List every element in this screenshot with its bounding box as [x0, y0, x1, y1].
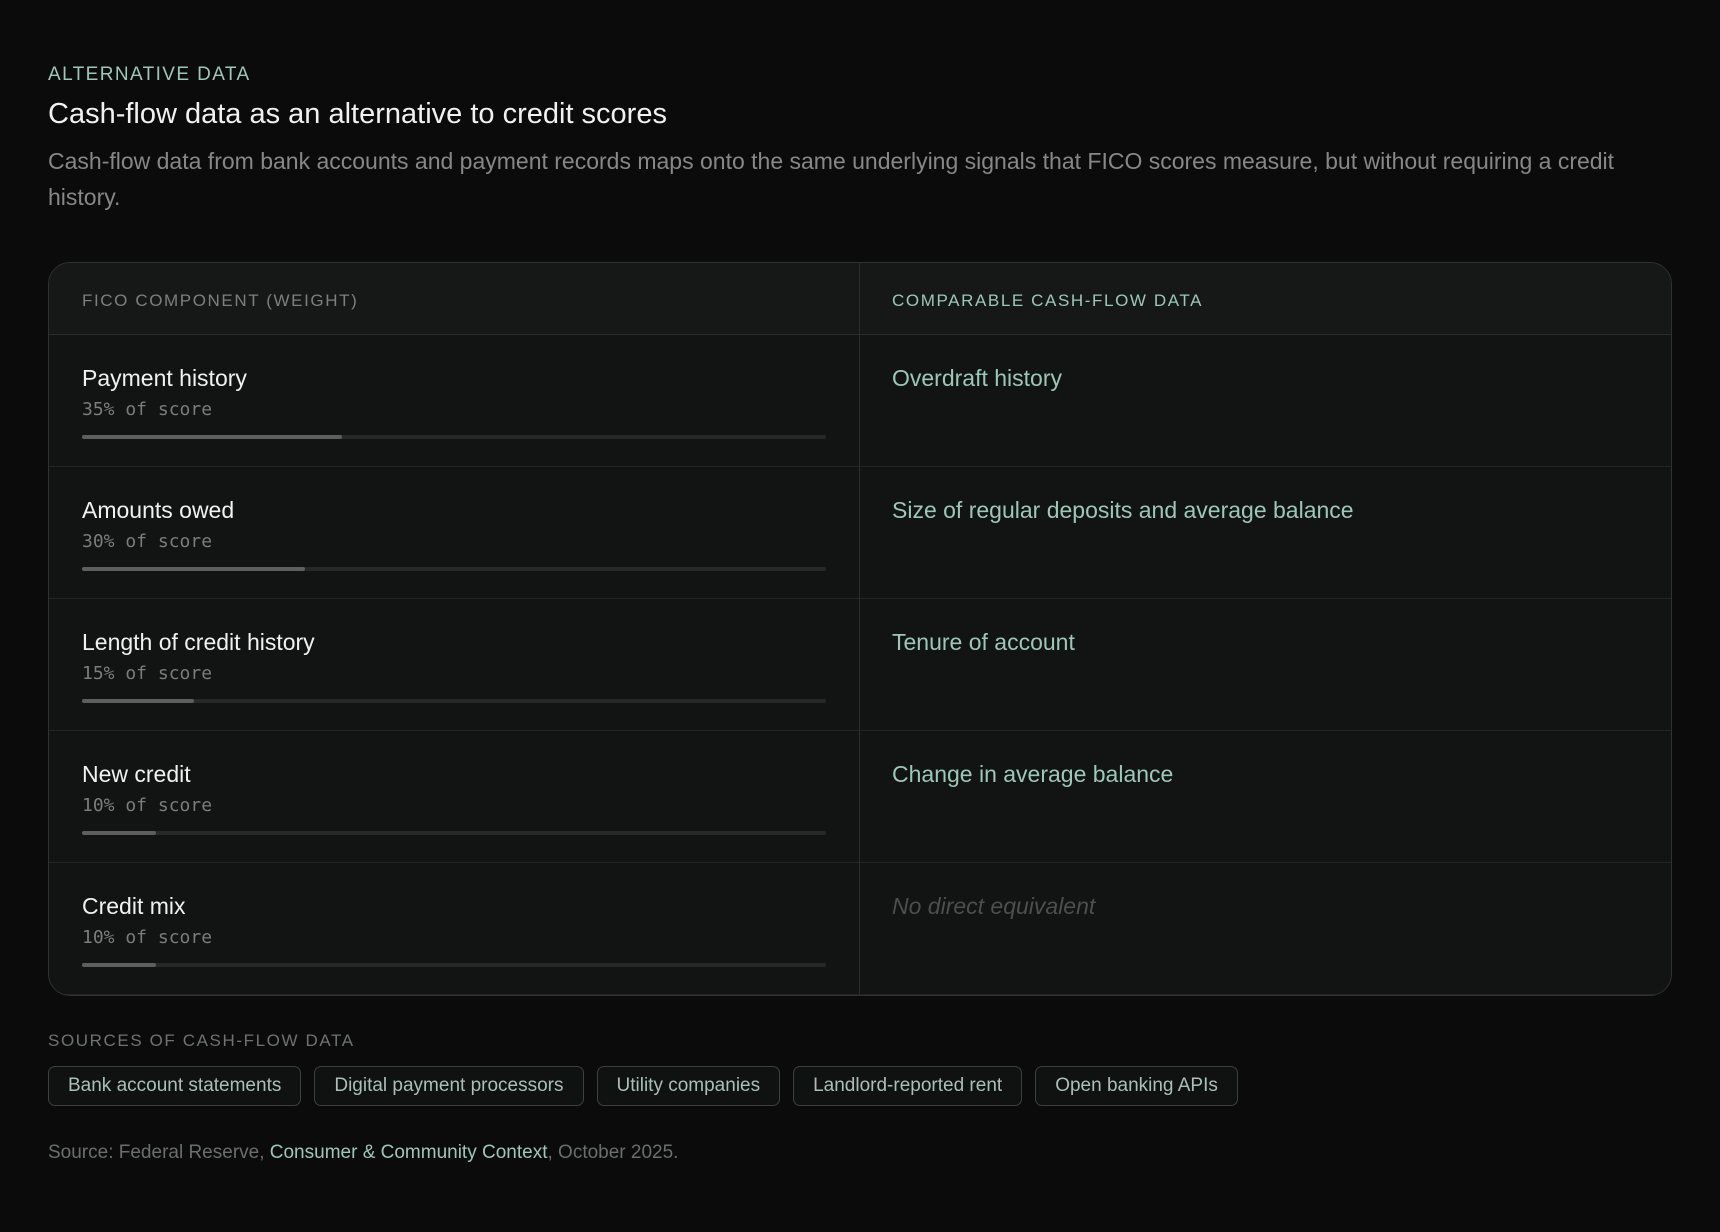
source-link[interactable]: Consumer & Community Context [270, 1142, 548, 1163]
weight-bar [82, 699, 826, 703]
component-weight: 15% of score [82, 663, 213, 684]
source-suffix: , October 2025. [547, 1142, 679, 1163]
table-row: New credit 10% of score Change in averag… [49, 731, 1671, 863]
table-row: Amounts owed 30% of score Size of regula… [49, 467, 1671, 599]
page-subtitle: Cash-flow data from bank accounts and pa… [48, 148, 1615, 210]
header-fico-component: FICO COMPONENT (WEIGHT) [82, 291, 359, 310]
component-weight: 10% of score [82, 927, 213, 948]
weight-bar [82, 963, 826, 967]
component-weight: 10% of score [82, 795, 213, 816]
weight-bar-fill [82, 963, 157, 967]
weight-bar-fill [82, 435, 343, 439]
column-divider [859, 263, 860, 995]
table-row: Length of credit history 15% of score Te… [49, 599, 1671, 731]
weight-bar [82, 435, 826, 439]
source-chip: Landlord-reported rent [793, 1066, 1023, 1106]
table-header: FICO COMPONENT (WEIGHT) COMPARABLE CASH-… [49, 263, 1671, 335]
source-prefix: Source: Federal Reserve, [48, 1142, 270, 1163]
weight-bar-fill [82, 699, 194, 703]
component-name: Amounts owed [82, 497, 235, 523]
weight-bar-fill [82, 567, 306, 571]
weight-bar [82, 567, 826, 571]
component-name: Credit mix [82, 893, 186, 919]
header-cash-flow-data: COMPARABLE CASH-FLOW DATA [892, 291, 1204, 310]
sources-label: SOURCES OF CASH-FLOW DATA [48, 1031, 355, 1050]
cash-flow-equivalent: Size of regular deposits and average bal… [892, 497, 1354, 523]
cash-flow-equivalent: Tenure of account [892, 629, 1075, 655]
weight-bar-fill [82, 831, 157, 835]
weight-bar [82, 831, 826, 835]
source-chip: Utility companies [596, 1066, 781, 1106]
cash-flow-equivalent: Overdraft history [892, 365, 1062, 391]
component-name: Payment history [82, 365, 247, 391]
component-weight: 35% of score [82, 399, 213, 420]
page-title: Cash-flow data as an alternative to cred… [48, 98, 667, 130]
source-chips: Bank account statements Digital payment … [48, 1066, 1238, 1106]
source-chip: Open banking APIs [1035, 1066, 1238, 1106]
source-citation: Source: Federal Reserve, Consumer & Comm… [48, 1142, 678, 1164]
comparison-table: FICO COMPONENT (WEIGHT) COMPARABLE CASH-… [48, 262, 1672, 996]
cash-flow-equivalent: No direct equivalent [892, 893, 1096, 919]
table-row: Payment history 35% of score Overdraft h… [49, 335, 1671, 467]
source-chip: Bank account statements [48, 1066, 302, 1106]
component-name: Length of credit history [82, 629, 315, 655]
component-name: New credit [82, 761, 191, 787]
source-chip: Digital payment processors [314, 1066, 584, 1106]
component-weight: 30% of score [82, 531, 213, 552]
section-eyebrow: ALTERNATIVE DATA [48, 64, 251, 85]
table-row: Credit mix 10% of score No direct equiva… [49, 863, 1671, 995]
cash-flow-equivalent: Change in average balance [892, 761, 1174, 787]
